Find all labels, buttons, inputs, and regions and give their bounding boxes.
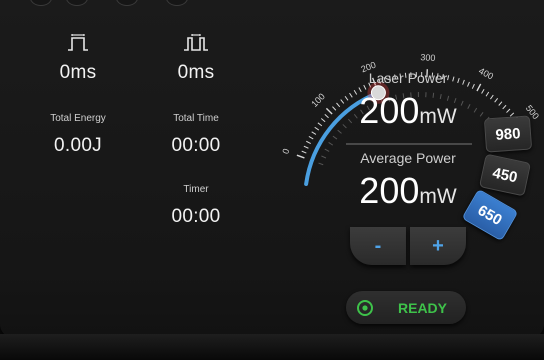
gauge-inner-tick	[332, 135, 338, 140]
gauge-tick-label: 0	[280, 147, 291, 155]
average-power-number: 200	[359, 170, 420, 211]
gauge-tick	[498, 101, 503, 106]
gauge-tick	[502, 104, 507, 110]
gauge-tick	[308, 136, 314, 140]
gauge-tick	[301, 150, 307, 154]
gauge-tick	[320, 118, 326, 123]
gauge-inner-tick	[479, 112, 484, 117]
gauge-tick	[317, 122, 323, 127]
gauge-tick	[303, 145, 309, 149]
laser-power-value: 200mW	[340, 90, 476, 132]
gauge-tick	[506, 108, 511, 113]
gauge-tick-label: 300	[420, 52, 436, 63]
gauge-inner-tick	[328, 142, 334, 146]
gauge-inner-tick	[318, 162, 324, 166]
average-power-unit: mW	[419, 185, 457, 208]
gauge-tick-label: 100	[309, 91, 327, 109]
gauge-tick	[296, 154, 305, 159]
gauge-tick	[314, 126, 320, 131]
power-status-icon	[357, 299, 373, 316]
bottom-bezel	[0, 334, 544, 360]
gauge-tick	[494, 97, 499, 103]
gauge-tick-label: 400	[477, 66, 495, 82]
gauge-inner-tick	[321, 155, 327, 159]
increase-power-button[interactable]: +	[410, 227, 466, 265]
wavelength-980-button[interactable]: 980	[483, 115, 533, 153]
gauge-tick	[324, 114, 329, 119]
laser-control-panel: 0ms 0ms Total Energy 0.00J Total Time 00…	[0, 0, 544, 338]
laser-power-readout: Laser Power 200mW	[340, 70, 476, 132]
average-power-value: 200mW	[340, 170, 476, 212]
gauge-inner-tick	[324, 148, 330, 152]
average-power-readout: Average Power 200mW	[340, 150, 476, 212]
gauge-tick	[306, 140, 311, 144]
laser-power-unit: mW	[419, 105, 457, 128]
gauge-tick	[332, 106, 337, 111]
laser-power-number: 200	[359, 90, 420, 131]
ready-button[interactable]: READY	[346, 291, 466, 324]
gauge-tick	[325, 107, 333, 115]
average-power-label: Average Power	[360, 150, 456, 166]
gauge-tick	[481, 88, 485, 94]
gauge-tick	[485, 91, 490, 97]
gauge-tick	[476, 83, 482, 92]
decrease-power-button[interactable]: -	[350, 227, 406, 265]
laser-power-label: Laser Power	[368, 70, 448, 86]
gauge-tick	[311, 131, 317, 135]
ready-label: READY	[398, 299, 448, 316]
gauge-tick	[489, 94, 494, 100]
